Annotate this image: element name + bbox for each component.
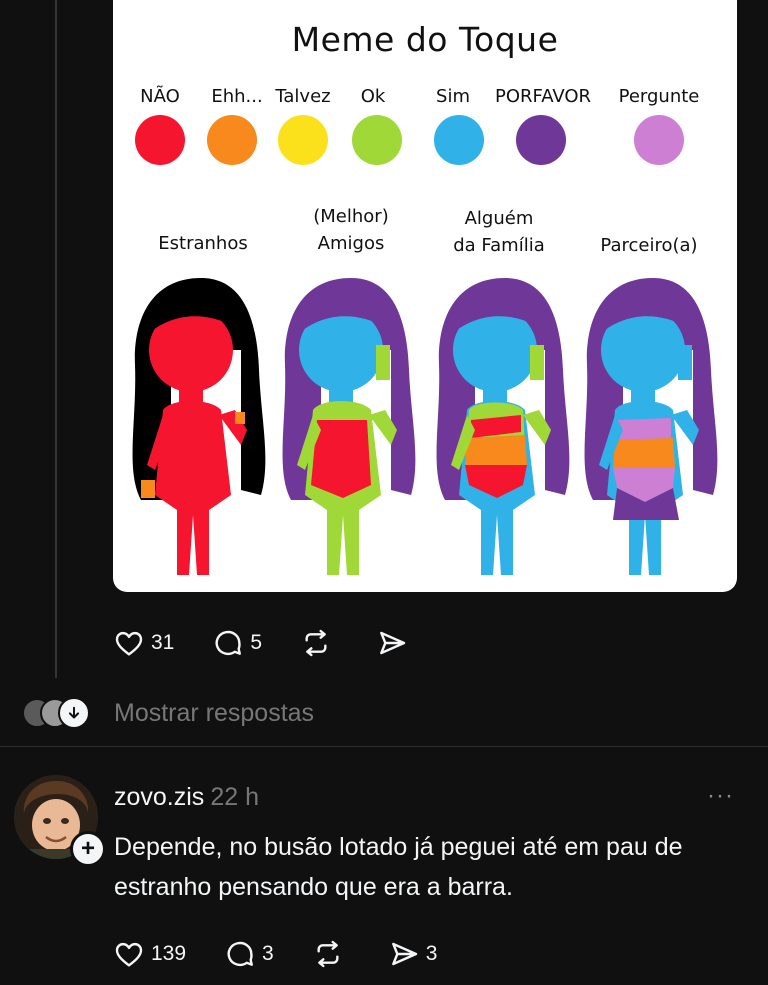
level-label-porfavor: PORFAVOR bbox=[494, 86, 592, 107]
comment-button[interactable]: 3 bbox=[224, 938, 274, 970]
heart-icon bbox=[115, 631, 143, 656]
post-image[interactable]: Meme do Toque NÃO Ehh... Talvez Ok Sim P… bbox=[113, 0, 737, 592]
plus-icon: + bbox=[80, 835, 95, 862]
reply-text: Depende, no busão lotado já peguei até e… bbox=[114, 833, 683, 901]
divider bbox=[0, 746, 768, 747]
username-link[interactable]: zovo.zis bbox=[114, 783, 204, 811]
level-label-talvez: Talvez bbox=[275, 86, 331, 107]
post-actions: 31 5 bbox=[113, 627, 452, 659]
share-count: 3 bbox=[425, 942, 438, 965]
repost-button[interactable] bbox=[312, 938, 350, 970]
level-dot-nao bbox=[135, 115, 185, 165]
share-button[interactable]: 3 bbox=[388, 938, 438, 970]
repost-icon bbox=[317, 940, 339, 968]
show-replies-label: Mostrar respostas bbox=[114, 698, 315, 727]
relationship-label-familia: Alguém da Família bbox=[453, 208, 545, 256]
comment-button[interactable]: 5 bbox=[212, 627, 262, 659]
heart-icon bbox=[115, 942, 143, 967]
more-options-button[interactable]: ··· bbox=[707, 782, 734, 810]
figure-strangers bbox=[132, 278, 266, 575]
level-dot-pergunte bbox=[634, 115, 684, 165]
comment-bubble-icon bbox=[215, 630, 242, 656]
figure-partner bbox=[584, 278, 718, 575]
follow-button[interactable]: + bbox=[70, 831, 106, 867]
timestamp: 22 h bbox=[210, 783, 259, 811]
relationship-label-parceiro: Parceiro(a) bbox=[600, 235, 698, 256]
arrow-down-icon bbox=[58, 697, 90, 729]
send-icon bbox=[380, 631, 406, 655]
like-count: 31 bbox=[151, 631, 175, 654]
level-label-nao: NÃO bbox=[140, 86, 180, 107]
meme-title: Meme do Toque bbox=[291, 20, 559, 59]
level-label-pergunte: Pergunte bbox=[618, 86, 700, 107]
figure-family bbox=[436, 278, 570, 575]
level-dot-porfavor bbox=[516, 115, 566, 165]
send-icon bbox=[391, 942, 417, 966]
repost-icon bbox=[305, 629, 327, 657]
thread-line bbox=[55, 0, 57, 678]
level-dot-talvez bbox=[278, 115, 328, 165]
show-replies-button[interactable]: Mostrar respostas bbox=[22, 697, 314, 729]
reply-header: zovo.zis 22 h bbox=[114, 783, 259, 812]
like-button[interactable]: 31 bbox=[113, 627, 174, 659]
figure-friends bbox=[282, 278, 416, 575]
share-button[interactable] bbox=[376, 627, 414, 659]
reply-actions: 139 3 3 bbox=[113, 938, 475, 970]
level-label-ehh: Ehh... bbox=[211, 86, 263, 107]
repost-button[interactable] bbox=[300, 627, 338, 659]
comment-count: 5 bbox=[250, 631, 263, 654]
level-dot-ehh bbox=[207, 115, 257, 165]
level-dot-sim bbox=[434, 115, 484, 165]
comment-bubble-icon bbox=[227, 941, 253, 967]
comment-count: 3 bbox=[262, 942, 274, 965]
level-label-sim: Sim bbox=[436, 86, 470, 107]
level-dot-ok bbox=[352, 115, 402, 165]
relationship-label-amigos: (Melhor) Amigos bbox=[313, 206, 389, 254]
like-button[interactable]: 139 bbox=[113, 938, 186, 970]
relationship-label-estranhos: Estranhos bbox=[158, 233, 248, 254]
like-count: 139 bbox=[151, 942, 187, 965]
level-label-ok: Ok bbox=[360, 86, 386, 107]
